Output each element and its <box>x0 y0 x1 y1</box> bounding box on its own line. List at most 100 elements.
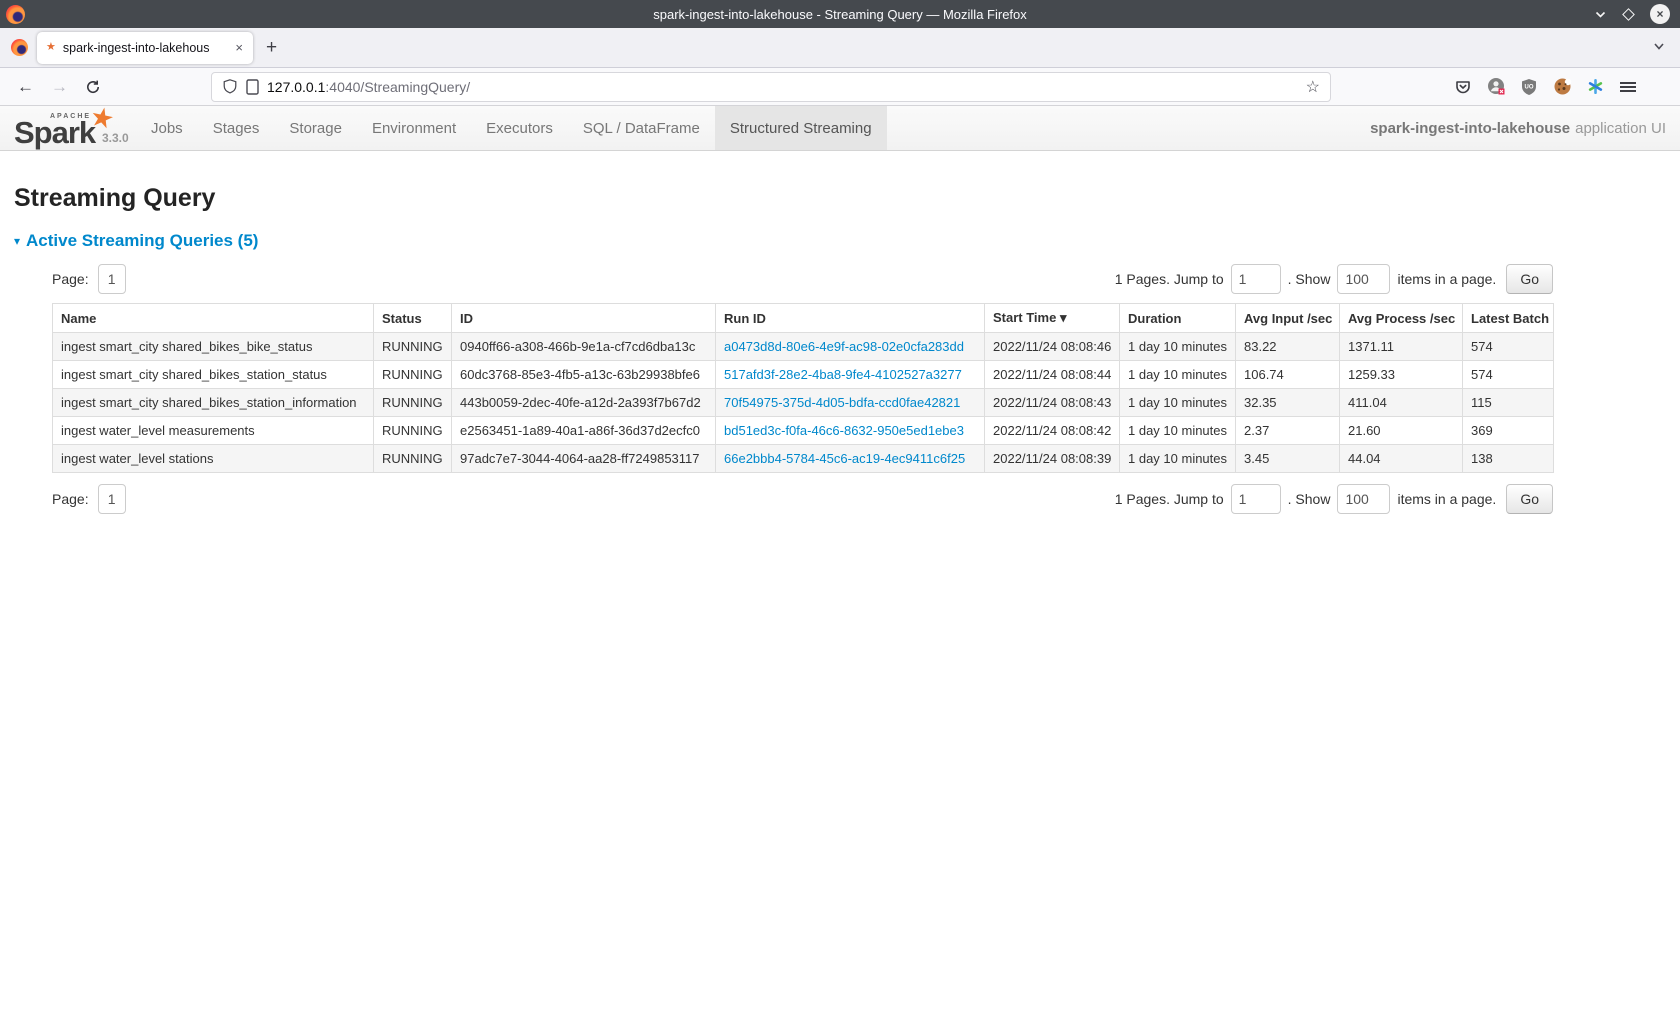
run-id-link[interactable]: bd51ed3c-f0fa-46c6-8632-950e5ed1ebe3 <box>724 423 964 438</box>
window-titlebar: spark-ingest-into-lakehouse - Streaming … <box>0 0 1680 28</box>
id-cell: 60dc3768-85e3-4fb5-a13c-63b29938bfe6 <box>452 361 716 389</box>
forward-button[interactable]: → <box>51 78 68 95</box>
tab-list-chevron-icon[interactable] <box>1652 39 1666 53</box>
collapse-arrow-icon: ▾ <box>14 234 20 248</box>
col-avg-input-sec[interactable]: Avg Input /sec <box>1236 304 1340 333</box>
jump-to-input[interactable] <box>1231 484 1281 514</box>
show-label: . Show <box>1288 271 1331 287</box>
pocket-icon[interactable] <box>1453 77 1473 97</box>
run-id-link[interactable]: a0473d8d-80e6-4e9f-ac98-02e0cfa283dd <box>724 339 964 354</box>
table-row: ingest smart_city shared_bikes_bike_stat… <box>53 333 1554 361</box>
col-status[interactable]: Status <box>374 304 452 333</box>
status-cell: RUNNING <box>374 361 452 389</box>
spark-navbar: APACHE Spark ★ 3.3.0 JobsStagesStorageEn… <box>0 106 1680 151</box>
bookmark-star-icon[interactable]: ☆ <box>1306 77 1320 97</box>
avg-input-cell: 3.45 <box>1236 445 1340 473</box>
query-name-cell: ingest water_level measurements <box>53 417 374 445</box>
col-name[interactable]: Name <box>53 304 374 333</box>
firefox-logo-icon <box>6 5 25 24</box>
streaming-query-table: NameStatusIDRun IDStart Time ▾DurationAv… <box>52 303 1554 473</box>
avg-input-cell: 2.37 <box>1236 417 1340 445</box>
table-row: ingest water_level stations RUNNING 97ad… <box>53 445 1554 473</box>
avg-process-cell: 1259.33 <box>1340 361 1463 389</box>
run-id-cell: bd51ed3c-f0fa-46c6-8632-950e5ed1ebe3 <box>716 417 985 445</box>
query-name-cell: ingest water_level stations <box>53 445 374 473</box>
jump-to-input[interactable] <box>1231 264 1281 294</box>
status-cell: RUNNING <box>374 389 452 417</box>
reload-button[interactable] <box>85 79 101 95</box>
col-latest-batch[interactable]: Latest Batch <box>1463 304 1554 333</box>
show-label: . Show <box>1288 491 1331 507</box>
start-time-cell: 2022/11/24 08:08:44 <box>985 361 1120 389</box>
pagination-bottom: Page: 1 Pages. Jump to . Show items in a… <box>52 483 1553 515</box>
table-header-row: NameStatusIDRun IDStart Time ▾DurationAv… <box>53 304 1554 333</box>
back-button[interactable]: ← <box>17 78 34 95</box>
avg-input-cell: 106.74 <box>1236 361 1340 389</box>
firefox-icon <box>11 39 28 56</box>
nav-item-storage[interactable]: Storage <box>274 106 357 150</box>
run-id-link[interactable]: 517afd3f-28e2-4ba8-9fe4-4102527a3277 <box>724 367 962 382</box>
avg-input-cell: 32.35 <box>1236 389 1340 417</box>
col-run-id[interactable]: Run ID <box>716 304 985 333</box>
nav-item-stages[interactable]: Stages <box>198 106 275 150</box>
page-size-input[interactable] <box>1337 264 1390 294</box>
cookie-icon[interactable] <box>1552 77 1572 97</box>
page-number-input[interactable] <box>98 484 126 514</box>
account-extension-icon[interactable] <box>1486 77 1506 97</box>
run-id-link[interactable]: 66e2bbb4-5784-45c6-ac19-4ec9411c6f25 <box>724 451 965 466</box>
table-row: ingest smart_city shared_bikes_station_s… <box>53 361 1554 389</box>
run-id-cell: 70f54975-375d-4d05-bdfa-ccd0fae42821 <box>716 389 985 417</box>
nav-item-structured-streaming[interactable]: Structured Streaming <box>715 106 887 150</box>
go-button[interactable]: Go <box>1506 264 1553 294</box>
start-time-cell: 2022/11/24 08:08:42 <box>985 417 1120 445</box>
id-cell: 0940ff66-a308-466b-9e1a-cf7cd6dba13c <box>452 333 716 361</box>
active-queries-section-toggle[interactable]: ▾ Active Streaming Queries (5) <box>14 231 258 251</box>
nav-item-jobs[interactable]: Jobs <box>136 106 198 150</box>
new-tab-button[interactable]: + <box>266 37 277 59</box>
run-id-cell: 66e2bbb4-5784-45c6-ac19-4ec9411c6f25 <box>716 445 985 473</box>
close-icon[interactable]: × <box>1650 4 1670 24</box>
run-id-cell: a0473d8d-80e6-4e9f-ac98-02e0cfa283dd <box>716 333 985 361</box>
col-avg-process-sec[interactable]: Avg Process /sec <box>1340 304 1463 333</box>
nav-item-executors[interactable]: Executors <box>471 106 568 150</box>
page-number-input[interactable] <box>98 264 126 294</box>
window-title: spark-ingest-into-lakehouse - Streaming … <box>0 7 1680 22</box>
page-info-icon[interactable] <box>246 79 259 95</box>
maximize-icon[interactable] <box>1624 10 1633 19</box>
page-label: Page: <box>52 271 89 287</box>
col-id[interactable]: ID <box>452 304 716 333</box>
run-id-link[interactable]: 70f54975-375d-4d05-bdfa-ccd0fae42821 <box>724 395 960 410</box>
browser-tab-bar: ★ spark-ingest-into-lakehous × + <box>0 28 1680 68</box>
tab-title: spark-ingest-into-lakehous <box>63 41 228 55</box>
latest-batch-cell: 574 <box>1463 333 1554 361</box>
nav-item-sql-dataframe[interactable]: SQL / DataFrame <box>568 106 715 150</box>
menu-hamburger-icon[interactable] <box>1618 77 1638 97</box>
page-label: Page: <box>52 491 89 507</box>
minimize-icon[interactable] <box>1594 8 1607 21</box>
page-title: Streaming Query <box>14 184 1666 213</box>
avg-process-cell: 44.04 <box>1340 445 1463 473</box>
url-bar[interactable]: 127.0.0.1:4040/StreamingQuery/ ☆ <box>211 72 1331 102</box>
start-time-cell: 2022/11/24 08:08:43 <box>985 389 1120 417</box>
tab-close-icon[interactable]: × <box>234 40 244 55</box>
status-cell: RUNNING <box>374 417 452 445</box>
query-table-body: ingest smart_city shared_bikes_bike_stat… <box>53 333 1554 473</box>
shield-icon[interactable] <box>222 78 238 95</box>
nav-item-environment[interactable]: Environment <box>357 106 471 150</box>
extension-asterisk-icon[interactable] <box>1585 77 1605 97</box>
run-id-cell: 517afd3f-28e2-4ba8-9fe4-4102527a3277 <box>716 361 985 389</box>
avg-input-cell: 83.22 <box>1236 333 1340 361</box>
ublock-shield-icon[interactable]: UO <box>1519 77 1539 97</box>
duration-cell: 1 day 10 minutes <box>1120 389 1236 417</box>
go-button[interactable]: Go <box>1506 484 1553 514</box>
browser-tab[interactable]: ★ spark-ingest-into-lakehous × <box>37 32 253 64</box>
pagination-top: Page: 1 Pages. Jump to . Show items in a… <box>52 263 1553 295</box>
browser-toolbar: ← → 127.0.0.1:4040/StreamingQuery/ ☆ <box>0 68 1680 106</box>
spark-favicon-icon: ★ <box>46 40 56 53</box>
spark-nav-list: JobsStagesStorageEnvironmentExecutorsSQL… <box>136 106 887 150</box>
col-start-time[interactable]: Start Time ▾ <box>985 304 1120 333</box>
total-pages-label: 1 Pages. Jump to <box>1115 271 1224 287</box>
items-label: items in a page. <box>1397 271 1496 287</box>
col-duration[interactable]: Duration <box>1120 304 1236 333</box>
page-size-input[interactable] <box>1337 484 1390 514</box>
